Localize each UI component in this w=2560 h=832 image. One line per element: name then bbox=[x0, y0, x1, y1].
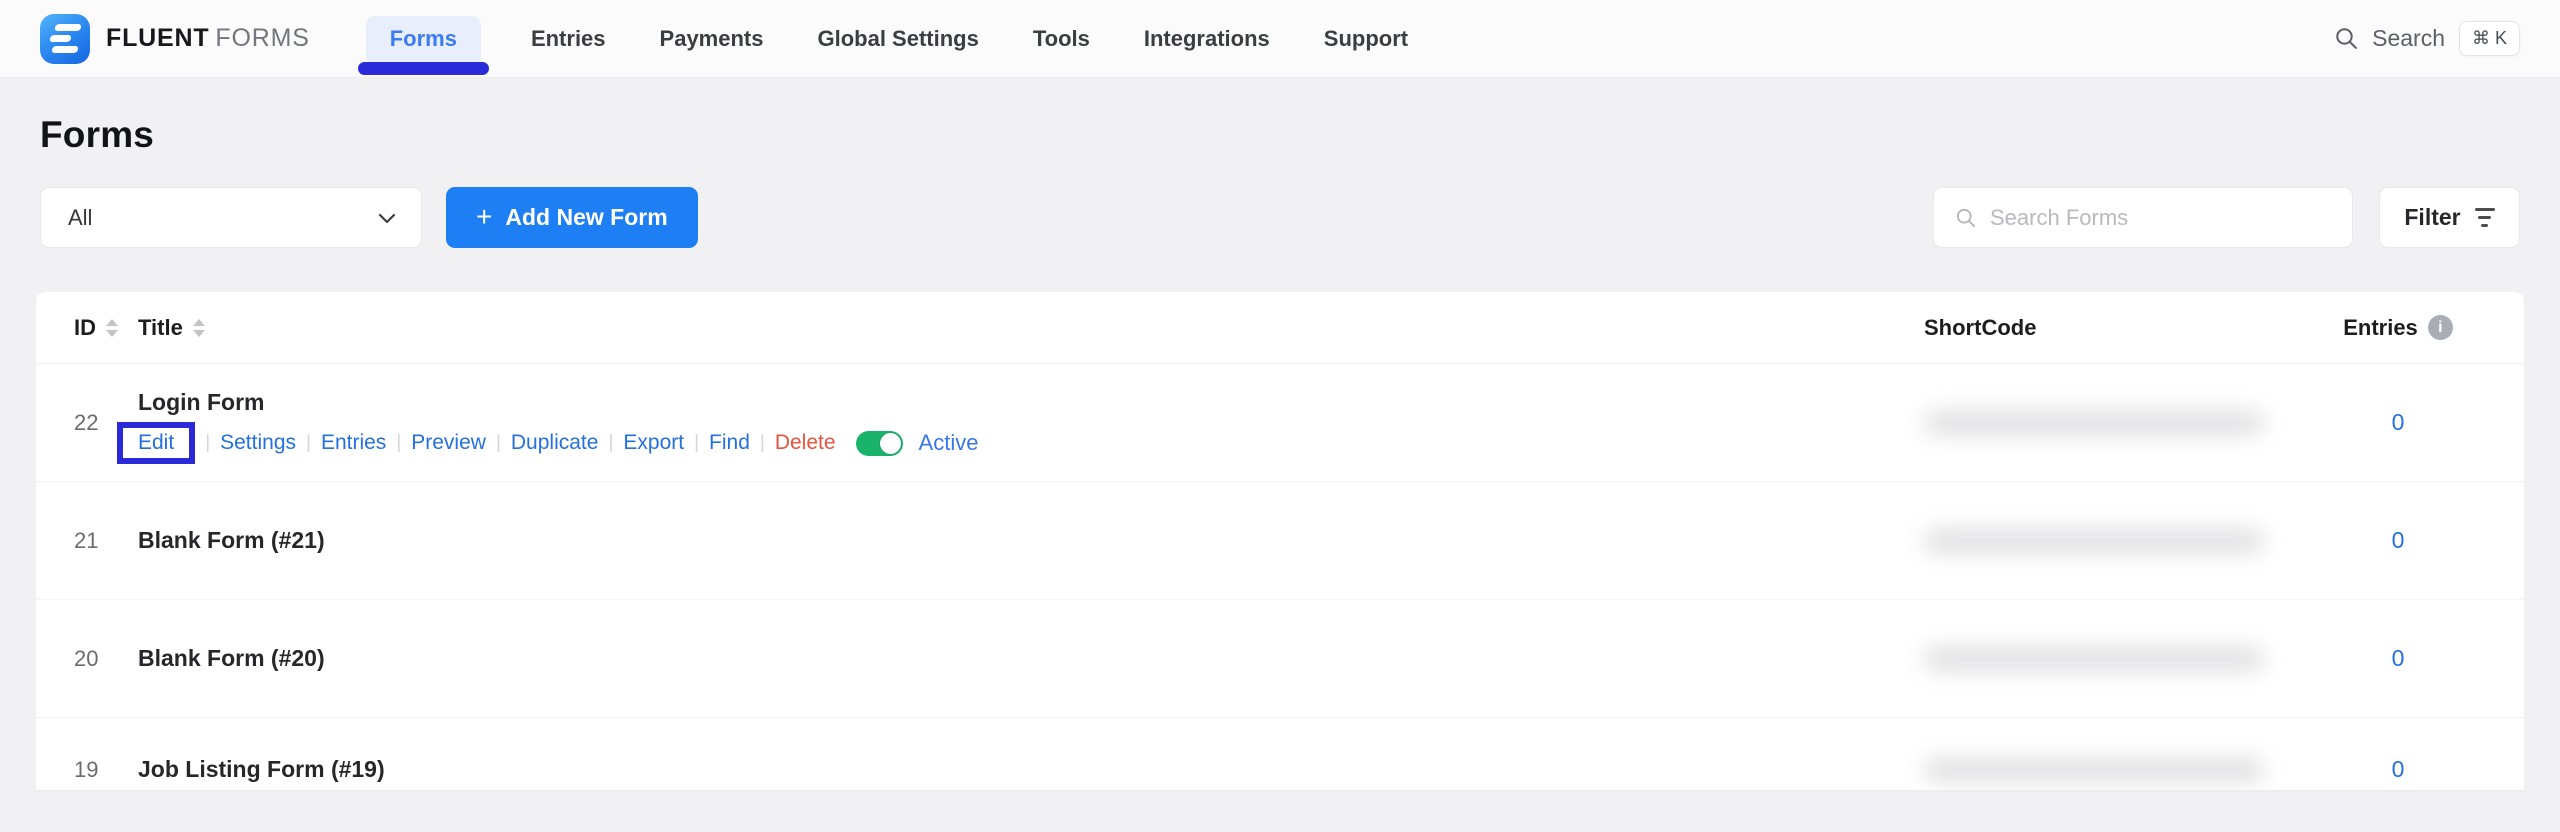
shortcode-blurred bbox=[1924, 411, 2264, 435]
table-row: 20 Blank Form (#20) 0 bbox=[36, 600, 2524, 718]
row-title-cell: Login Form Edit | Settings | Entries | P… bbox=[138, 389, 1888, 456]
action-separator: | bbox=[760, 432, 765, 454]
table-row: 22 Login Form Edit | Settings | Entries … bbox=[36, 364, 2524, 482]
form-title[interactable]: Blank Form (#21) bbox=[138, 527, 1888, 554]
chevron-down-icon bbox=[375, 206, 399, 230]
table-row: 19 Job Listing Form (#19) 0 bbox=[36, 718, 2524, 790]
form-title[interactable]: Login Form bbox=[138, 389, 1888, 416]
dropdown-selected-value: All bbox=[68, 205, 375, 231]
row-action-delete[interactable]: Delete bbox=[775, 431, 836, 455]
shortcode-cell bbox=[1888, 758, 2328, 782]
entries-cell: 0 bbox=[2328, 527, 2468, 554]
plus-icon: + bbox=[476, 203, 492, 231]
nav-item-support[interactable]: Support bbox=[1320, 16, 1412, 62]
shortcode-cell bbox=[1888, 529, 2328, 553]
table-row: 21 Blank Form (#21) 0 bbox=[36, 482, 2524, 600]
search-label: Search bbox=[2372, 25, 2445, 52]
search-forms-input[interactable] bbox=[1990, 205, 2334, 231]
fluent-forms-logo-icon bbox=[40, 14, 90, 64]
brand-text: FLUENTFORMS bbox=[106, 24, 310, 53]
status-toggle[interactable] bbox=[856, 431, 903, 456]
info-icon[interactable]: i bbox=[2428, 315, 2453, 340]
filter-icon bbox=[2475, 208, 2495, 227]
brand-name-bold: FLUENT bbox=[106, 24, 209, 52]
shortcode-cell bbox=[1888, 647, 2328, 671]
entries-count-link[interactable]: 0 bbox=[2392, 527, 2405, 554]
search-icon bbox=[2333, 25, 2360, 52]
shortcode-blurred bbox=[1924, 647, 2264, 671]
add-new-form-button[interactable]: + Add New Form bbox=[446, 187, 698, 248]
row-action-edit[interactable]: Edit bbox=[138, 431, 174, 455]
forms-table-card: ID Title ShortCode Entries i 22 Login Fo… bbox=[36, 292, 2524, 790]
add-new-form-label: Add New Form bbox=[505, 204, 667, 231]
entries-cell: 0 bbox=[2328, 756, 2468, 783]
column-header-shortcode: ShortCode bbox=[1888, 315, 2328, 341]
row-id: 20 bbox=[74, 646, 138, 672]
nav-item-forms[interactable]: Forms bbox=[366, 16, 481, 62]
form-title[interactable]: Job Listing Form (#19) bbox=[138, 756, 1888, 783]
action-separator: | bbox=[496, 432, 501, 454]
main-menu: Forms Entries Payments Global Settings T… bbox=[366, 16, 1412, 62]
search-forms-box bbox=[1933, 187, 2353, 248]
action-separator: | bbox=[694, 432, 699, 454]
global-search-button[interactable]: Search bbox=[2333, 25, 2445, 52]
id-header-label: ID bbox=[74, 315, 96, 341]
column-header-entries: Entries i bbox=[2328, 315, 2468, 341]
keyboard-shortcut-badge: ⌘ K bbox=[2459, 21, 2520, 56]
action-separator: | bbox=[608, 432, 613, 454]
nav-item-payments[interactable]: Payments bbox=[656, 16, 768, 62]
row-action-entries[interactable]: Entries bbox=[321, 431, 386, 455]
brand: FLUENTFORMS bbox=[40, 14, 310, 64]
column-header-title: Title bbox=[138, 315, 1888, 341]
row-action-settings[interactable]: Settings bbox=[220, 431, 296, 455]
action-separator: | bbox=[205, 432, 210, 454]
sort-icon[interactable] bbox=[193, 319, 205, 337]
shortcode-blurred bbox=[1924, 758, 2264, 782]
nav-right: Search ⌘ K bbox=[2333, 21, 2520, 56]
main-content: Forms All + Add New Form Filter ID Title bbox=[0, 114, 2560, 790]
entries-count-link[interactable]: 0 bbox=[2392, 645, 2405, 672]
brand-name-light: FORMS bbox=[215, 24, 309, 52]
title-header-label: Title bbox=[138, 315, 183, 341]
row-actions: Edit | Settings | Entries | Preview | Du… bbox=[138, 430, 1888, 456]
entries-count-link[interactable]: 0 bbox=[2392, 409, 2405, 436]
row-action-find[interactable]: Find bbox=[709, 431, 750, 455]
row-action-duplicate[interactable]: Duplicate bbox=[511, 431, 599, 455]
toolbar: All + Add New Form Filter bbox=[40, 187, 2520, 248]
filter-label: Filter bbox=[2404, 204, 2460, 231]
toggle-knob bbox=[880, 433, 901, 454]
active-tab-underline-annotation bbox=[358, 62, 489, 75]
shortcode-blurred bbox=[1924, 529, 2264, 553]
sort-icon[interactable] bbox=[106, 319, 118, 337]
column-header-id: ID bbox=[74, 315, 138, 341]
nav-item-integrations[interactable]: Integrations bbox=[1140, 16, 1274, 62]
top-nav: FLUENTFORMS Forms Entries Payments Globa… bbox=[0, 0, 2560, 78]
entries-header-label: Entries bbox=[2343, 315, 2418, 341]
edit-annotation-box: Edit bbox=[117, 422, 195, 464]
row-id: 19 bbox=[74, 757, 138, 783]
shortcode-cell bbox=[1888, 411, 2328, 435]
entries-count-link[interactable]: 0 bbox=[2392, 756, 2405, 783]
form-status-dropdown[interactable]: All bbox=[40, 187, 422, 248]
nav-item-entries[interactable]: Entries bbox=[527, 16, 610, 62]
status-label: Active bbox=[919, 430, 979, 456]
row-action-preview[interactable]: Preview bbox=[411, 431, 486, 455]
page-title: Forms bbox=[40, 114, 2520, 156]
nav-item-global-settings[interactable]: Global Settings bbox=[813, 16, 982, 62]
entries-cell: 0 bbox=[2328, 409, 2468, 436]
action-separator: | bbox=[306, 432, 311, 454]
row-action-export[interactable]: Export bbox=[623, 431, 684, 455]
entries-cell: 0 bbox=[2328, 645, 2468, 672]
action-separator: | bbox=[396, 432, 401, 454]
form-title[interactable]: Blank Form (#20) bbox=[138, 645, 1888, 672]
table-header-row: ID Title ShortCode Entries i bbox=[36, 292, 2524, 364]
shortcode-header-label: ShortCode bbox=[1924, 315, 2036, 341]
filter-button[interactable]: Filter bbox=[2379, 187, 2520, 248]
row-id: 21 bbox=[74, 528, 138, 554]
search-icon bbox=[1954, 206, 1978, 230]
nav-item-tools[interactable]: Tools bbox=[1029, 16, 1094, 62]
